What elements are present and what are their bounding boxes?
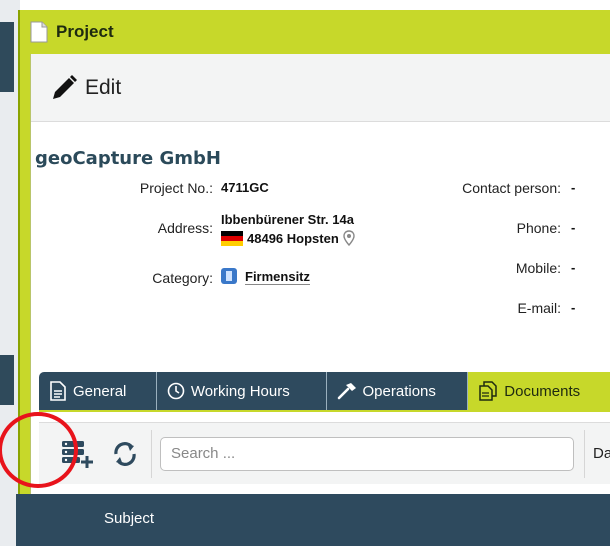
address-label: Address:	[157, 220, 213, 236]
address-street: Ibbenbürener Str. 14a	[221, 212, 354, 227]
contact-person-value: -	[571, 180, 576, 195]
tab-label: Operations	[362, 382, 436, 400]
mobile-value: -	[571, 260, 576, 275]
phone-value: -	[571, 220, 576, 235]
refresh-icon	[114, 441, 136, 466]
column-header-subject[interactable]: Subject	[104, 510, 154, 527]
contact-person-label: Contact person:	[462, 180, 561, 196]
address-city-row: 48496 Hopsten	[221, 230, 355, 246]
edit-label: Edit	[85, 75, 122, 99]
category-row[interactable]: Firmensitz	[221, 268, 311, 285]
project-dialog: Project Edit geoCapture GmbH Project No.…	[18, 10, 610, 546]
phone-label: Phone:	[516, 220, 561, 236]
map-pin-icon[interactable]	[343, 230, 355, 246]
tab-bar: General Working Hours Operations Documen…	[39, 372, 610, 410]
tab-label: Documents	[504, 382, 581, 400]
category-label: Category:	[152, 270, 213, 286]
search-input[interactable]	[160, 436, 574, 471]
building-icon	[221, 268, 237, 284]
pencil-icon	[53, 74, 77, 99]
background-panel	[0, 22, 14, 92]
dialog-title: Project	[56, 22, 114, 41]
category-link[interactable]: Firmensitz	[245, 269, 311, 285]
documents-icon	[479, 381, 498, 401]
refresh-button[interactable]	[107, 441, 143, 467]
documents-table-header: Subject	[16, 494, 610, 546]
dialog-content: Edit geoCapture GmbH Project No.: 4711GC…	[30, 54, 610, 546]
toolbar-separator	[584, 429, 585, 478]
edit-button[interactable]: Edit	[31, 54, 610, 122]
tab-label: General	[73, 382, 127, 400]
tab-working-hours[interactable]: Working Hours	[156, 372, 327, 410]
tab-operations[interactable]: Operations	[326, 372, 469, 410]
hammer-icon	[337, 383, 356, 400]
background-app-strip	[0, 0, 20, 546]
background-panel	[0, 355, 14, 405]
tab-documents[interactable]: Documents	[468, 372, 610, 410]
date-filter-label[interactable]: Dat	[593, 445, 610, 462]
document-icon	[30, 21, 48, 43]
mobile-label: Mobile:	[515, 260, 561, 276]
dialog-titlebar[interactable]: Project	[20, 10, 610, 54]
tab-general[interactable]: General	[39, 372, 157, 410]
documents-toolbar: Dat	[39, 422, 610, 484]
tab-label: Working Hours	[190, 382, 290, 400]
project-no-label: Project No.:	[139, 180, 213, 196]
toolbar-separator	[151, 429, 152, 478]
project-no-value: 4711GC	[221, 180, 269, 195]
add-document-icon	[62, 440, 93, 468]
email-value: -	[571, 300, 576, 315]
document-icon	[50, 381, 66, 401]
email-label: E-mail:	[517, 300, 561, 316]
germany-flag-icon	[221, 231, 243, 246]
add-document-button[interactable]	[47, 439, 107, 469]
address-city: 48496 Hopsten	[247, 231, 339, 246]
clock-icon	[167, 382, 185, 400]
company-name: geoCapture GmbH	[35, 148, 221, 169]
tab-underline	[39, 410, 610, 412]
